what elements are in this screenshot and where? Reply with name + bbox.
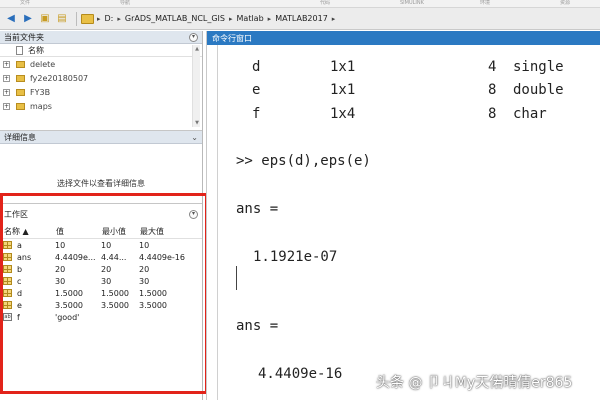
folder-name: maps — [30, 101, 52, 111]
folder-icon — [16, 74, 25, 82]
current-folder-header: 当前文件夹 ▾ — [0, 31, 202, 44]
folder-list-item[interactable]: + fy2e20180507 — [0, 71, 202, 85]
chevron-right-icon: ▸ — [97, 14, 101, 23]
breadcrumb-folder[interactable]: GrADS_MATLAB_NCL_GIS — [125, 14, 225, 23]
chevron-right-icon: ▸ — [267, 14, 272, 23]
details-message: 选择文件以查看详细信息 — [57, 178, 145, 188]
folder-icon — [16, 88, 25, 96]
ans-label: ans = — [236, 201, 279, 217]
current-folder-title: 当前文件夹 — [4, 32, 44, 42]
panel-menu-icon[interactable]: ▾ — [189, 32, 198, 42]
folder-icon — [81, 13, 94, 24]
text-cursor — [236, 266, 237, 290]
whos-name: f — [252, 106, 261, 122]
ribbon-tab-label[interactable]: 文件 — [20, 0, 30, 7]
watermark-text: 头条 @ 卩ㄐMy天偌晴倩er865 — [376, 375, 573, 391]
up-folder-icon[interactable]: ▣ — [38, 12, 52, 26]
breadcrumb-folder[interactable]: Matlab — [237, 14, 264, 23]
ans-value: 4.4409e-16 — [258, 366, 343, 382]
toolbar-divider — [76, 11, 77, 26]
expand-icon[interactable]: + — [3, 102, 10, 110]
chevron-down-icon[interactable]: ⌄ — [191, 133, 198, 142]
folder-icon — [16, 102, 25, 110]
whos-size: 1x4 — [330, 106, 356, 122]
current-folder-panel: 当前文件夹 ▾ 名称 + delete + fy2e20180507 + FY3… — [0, 31, 202, 129]
current-folder-column-header[interactable]: 名称 — [0, 44, 202, 57]
whos-size: 1x1 — [330, 59, 356, 75]
chevron-right-icon: ▸ — [229, 14, 233, 23]
command-window-margin — [217, 45, 218, 400]
command-window-header: 命令行窗口 — [207, 31, 600, 45]
file-icon — [16, 45, 23, 55]
whos-name: e — [252, 82, 261, 98]
whos-bytes: 4 — [488, 59, 497, 75]
address-toolbar: ◀ ▶ ▣ ▤ ▸ D: ▸ GrADS_MATLAB_NCL_GIS ▸ Ma… — [0, 8, 600, 30]
ribbon-tab-label[interactable]: 代码 — [320, 0, 330, 7]
ribbon-tab-label[interactable]: 资源 — [560, 0, 570, 7]
workspace-highlight-box — [0, 193, 208, 394]
whos-bytes: 8 — [488, 82, 497, 98]
folder-list-item[interactable]: + delete — [0, 57, 202, 71]
expand-icon[interactable]: + — [3, 74, 10, 82]
whos-class: single — [513, 59, 564, 75]
whos-class: double — [513, 82, 564, 98]
whos-bytes: 8 — [488, 106, 497, 122]
expand-icon[interactable]: + — [3, 88, 10, 96]
ribbon-tab-label[interactable]: 环境 — [480, 0, 490, 7]
folder-list-item[interactable]: + maps — [0, 99, 202, 113]
command-window-title: 命令行窗口 — [212, 33, 252, 43]
back-arrow-icon[interactable]: ◀ — [4, 12, 18, 26]
ans-value: 1.1921e-07 — [253, 249, 338, 265]
ribbon-strip: 文件 导航 代码 SIMULINK 环境 资源 — [0, 0, 600, 8]
folder-name: FY3B — [30, 87, 51, 97]
whos-name: d — [252, 59, 261, 75]
ribbon-tab-label[interactable]: 导航 — [120, 0, 130, 7]
scroll-down-icon[interactable]: ▼ — [193, 120, 201, 126]
whos-class: char — [513, 106, 547, 122]
vertical-scrollbar[interactable]: ▲ ▼ — [192, 45, 200, 127]
browse-folder-icon[interactable]: ▤ — [55, 12, 69, 26]
folder-list-item[interactable]: + FY3B — [0, 85, 202, 99]
breadcrumb-drive[interactable]: D: — [105, 14, 114, 23]
column-name-label: 名称 — [28, 45, 44, 55]
details-title: 详细信息 — [4, 132, 36, 142]
scroll-up-icon[interactable]: ▲ — [193, 46, 201, 52]
whos-size: 1x1 — [330, 82, 356, 98]
chevron-right-icon: ▸ — [331, 14, 336, 23]
folder-name: fy2e20180507 — [30, 73, 89, 83]
folder-name: delete — [30, 59, 56, 69]
chevron-right-icon: ▸ — [117, 14, 121, 23]
details-header[interactable]: 详细信息 ⌄ — [0, 131, 202, 144]
forward-arrow-icon[interactable]: ▶ — [21, 12, 35, 26]
breadcrumb-folder[interactable]: MATLAB2017 — [275, 14, 328, 23]
command-input-line: >> eps(d),eps(e) — [236, 153, 371, 169]
ans-label: ans = — [236, 318, 279, 334]
folder-icon — [16, 60, 25, 68]
ribbon-tab-label[interactable]: SIMULINK — [400, 0, 424, 7]
expand-icon[interactable]: + — [3, 60, 10, 68]
